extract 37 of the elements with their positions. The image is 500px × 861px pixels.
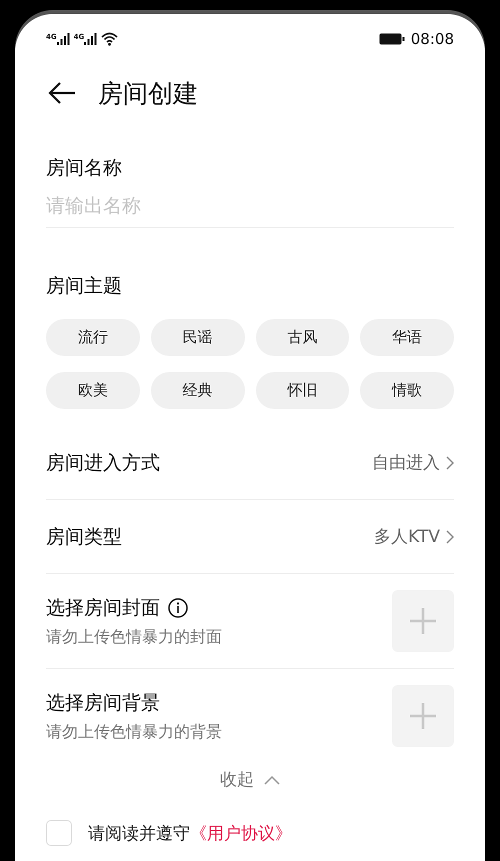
chevron-right-icon — [446, 456, 454, 470]
upload-hint: 请勿上传色情暴力的封面 — [46, 626, 222, 648]
add-image-button[interactable] — [392, 590, 454, 652]
agreement-checkbox[interactable] — [46, 820, 72, 846]
chevron-right-icon — [446, 530, 454, 544]
chevron-up-icon — [264, 774, 280, 784]
field-label: 房间名称 — [46, 156, 123, 181]
upload-title: 选择房间封面 — [46, 596, 160, 620]
theme-chip[interactable]: 怀旧 — [256, 372, 350, 409]
info-icon[interactable] — [168, 598, 188, 618]
theme-chip[interactable]: 经典 — [150, 372, 244, 409]
user-agreement-link[interactable]: 《用户协议》 — [190, 822, 292, 844]
clock-time: 08:08 — [410, 30, 454, 48]
agreement-text: 请阅读并遵守 — [88, 822, 190, 844]
plus-icon — [409, 607, 437, 635]
setting-label: 房间类型 — [46, 524, 122, 550]
theme-chip[interactable]: 流行 — [46, 319, 140, 356]
collapse-button[interactable]: 收起 — [214, 767, 286, 792]
back-arrow-icon[interactable] — [48, 81, 76, 105]
section-label: 房间主题 — [46, 274, 123, 299]
signal-icon — [56, 33, 70, 45]
setting-value-button[interactable]: 自由进入 — [372, 451, 454, 474]
theme-chip[interactable]: 古风 — [256, 319, 350, 356]
wifi-icon — [101, 32, 118, 46]
theme-chip[interactable]: 欧美 — [46, 372, 140, 409]
add-image-button[interactable] — [392, 685, 454, 747]
setting-value-button[interactable]: 多人KTV — [374, 525, 454, 548]
theme-chip[interactable]: 民谣 — [150, 319, 244, 356]
upload-hint: 请勿上传色情暴力的背景 — [46, 722, 222, 742]
page-title: 房间创建 — [98, 78, 198, 110]
setting-label: 房间进入方式 — [46, 450, 160, 476]
upload-title: 选择房间背景 — [46, 690, 160, 716]
battery-icon — [378, 33, 405, 45]
plus-icon — [409, 702, 437, 730]
theme-chip[interactable]: 华语 — [360, 319, 454, 356]
signal-icon — [84, 33, 98, 45]
theme-chip[interactable]: 情歌 — [360, 372, 454, 409]
